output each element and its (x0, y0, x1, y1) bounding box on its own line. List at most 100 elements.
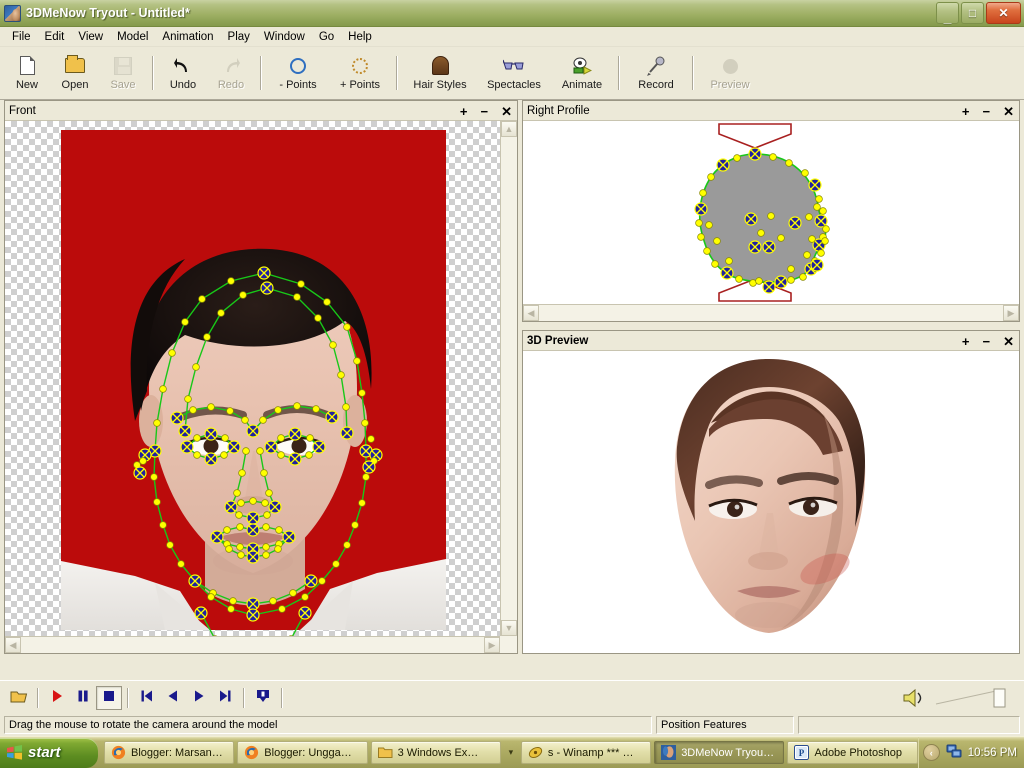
step-back-icon (165, 688, 181, 707)
right-profile-panel-body[interactable]: ◀ ▶ (523, 121, 1019, 321)
firefox-icon (244, 745, 259, 760)
taskbar-item-1[interactable]: Blogger: Ungga… (237, 741, 368, 764)
scroll-left-arrow-icon[interactable]: ◀ (5, 637, 21, 653)
skip-to-start-button[interactable] (134, 686, 160, 710)
menu-window[interactable]: Window (257, 29, 312, 45)
front-horizontal-scrollbar[interactable]: ◀ ▶ (5, 636, 517, 653)
start-button[interactable]: start (0, 737, 98, 768)
scroll-right-arrow-icon[interactable]: ▶ (484, 637, 500, 653)
floppy-disk-icon (112, 55, 134, 77)
taskbar-item-label: 3DMeNow Tryou… (681, 746, 775, 759)
front-panel-body[interactable]: ▲ ▼ ◀ ▶ (5, 121, 517, 653)
taskbar-item-label: Adobe Photoshop (814, 746, 902, 759)
preview-3d-minimize-icon[interactable]: − (983, 335, 991, 348)
profile-scroll-left-arrow-icon[interactable]: ◀ (523, 305, 539, 321)
front-panel-title: Front (9, 104, 36, 117)
spectacles-button[interactable]: Spectacles (477, 49, 551, 98)
step-back-button[interactable] (160, 686, 186, 710)
front-panel-close-icon[interactable]: ✕ (501, 105, 512, 118)
skip-to-end-button[interactable] (212, 686, 238, 710)
speaker-icon (903, 688, 922, 708)
tray-expand-chevron-icon[interactable]: ‹ (922, 744, 940, 761)
stop-button[interactable] (96, 685, 122, 710)
open-button[interactable]: Open (51, 49, 99, 98)
toolbar-button-label: Hair Styles (413, 79, 467, 91)
step-forward-button[interactable] (186, 686, 212, 710)
front-panel-maximize-icon[interactable]: + (460, 105, 468, 118)
right-profile-panel: Right Profile + − ✕ ◀ ▶ (522, 100, 1020, 322)
volume-control[interactable] (900, 687, 1010, 709)
network-icon[interactable] (946, 743, 962, 762)
preview-3d-close-icon[interactable]: ✕ (1003, 335, 1014, 348)
new-button[interactable]: New (3, 49, 51, 98)
pause-button[interactable] (70, 686, 96, 710)
window-title: 3DMeNow Tryout - Untitled* (26, 6, 190, 20)
toolbar-separator (260, 56, 262, 90)
right-profile-close-icon[interactable]: ✕ (1003, 105, 1014, 118)
taskbar-items: Blogger: Marsan… Blogger: Ungga… 3 Windows… (104, 741, 918, 764)
menu-view[interactable]: View (71, 29, 110, 45)
system-tray: ‹ 10:56 PM (917, 736, 1024, 768)
profile-face-editor[interactable] (523, 121, 1004, 304)
save-button: Save (99, 49, 147, 98)
taskbar-clock[interactable]: 10:56 PM (968, 747, 1017, 759)
statusbar: Drag the mouse to rotate the camera arou… (0, 714, 1024, 736)
taskbar-item-5[interactable]: P Adobe Photoshop (787, 741, 918, 764)
undo-button[interactable]: Undo (159, 49, 207, 98)
toolbar-button-label: Record (638, 79, 674, 91)
skip-end-icon (217, 688, 233, 707)
taskbar-item-label: Blogger: Marsan… (131, 746, 223, 759)
menu-model[interactable]: Model (110, 29, 155, 45)
preview-3d-viewport[interactable] (523, 351, 1019, 653)
profile-scroll-right-arrow-icon[interactable]: ▶ (1003, 305, 1019, 321)
scroll-up-arrow-icon[interactable]: ▲ (501, 121, 517, 137)
toolbar-separator (152, 56, 154, 90)
taskbar-group-chevron-down-icon[interactable]: ▾ (504, 742, 518, 764)
animate-button[interactable]: Animate (551, 49, 613, 98)
open-animation-button[interactable] (6, 686, 32, 710)
loop-button[interactable] (250, 686, 276, 710)
points-button[interactable]: - Points (267, 49, 329, 98)
maximize-button[interactable]: □ (961, 2, 984, 24)
scroll-down-arrow-icon[interactable]: ▼ (501, 620, 517, 636)
taskbar-item-4[interactable]: 3DMeNow Tryou… (654, 741, 785, 764)
close-button[interactable]: ✕ (986, 2, 1021, 24)
taskbar-item-0[interactable]: Blogger: Marsan… (104, 741, 235, 764)
preview-3d-panel-body[interactable] (523, 351, 1019, 653)
preview-3d-maximize-icon[interactable]: + (962, 335, 970, 348)
status-mode: Position Features (656, 716, 794, 734)
toolbar-separator (396, 56, 398, 90)
minimize-button[interactable]: _ (936, 2, 959, 24)
front-panel-minimize-icon[interactable]: − (481, 105, 489, 118)
taskbar-item-2[interactable]: 3 Windows Ex… (370, 741, 501, 764)
hair-styles-button[interactable]: Hair Styles (403, 49, 477, 98)
glasses-icon (502, 55, 525, 77)
play-button[interactable] (44, 686, 70, 710)
menu-animation[interactable]: Animation (155, 29, 220, 45)
main-toolbar: New Open Save Undo Redo - Points + Points Hair … (0, 47, 1024, 100)
animate-icon (571, 55, 593, 77)
record-button[interactable]: Record (625, 49, 687, 98)
hair-icon (429, 55, 451, 77)
menu-file[interactable]: File (5, 29, 38, 45)
menu-help[interactable]: Help (341, 29, 379, 45)
right-profile-maximize-icon[interactable]: + (962, 105, 970, 118)
profile-horizontal-scrollbar[interactable]: ◀ ▶ (523, 304, 1019, 321)
right-profile-minimize-icon[interactable]: − (983, 105, 991, 118)
transport-separator (281, 687, 283, 708)
scrollbar-corner (500, 636, 517, 653)
menu-play[interactable]: Play (221, 29, 257, 45)
taskbar-item-3[interactable]: s - Winamp *** … (520, 741, 652, 764)
toolbar-button-label: Open (61, 79, 89, 91)
photoshop-icon: P (794, 745, 810, 760)
front-panel: Front + − ✕ ▲ ▼ ◀ ▶ (4, 100, 518, 654)
front-face-editor[interactable] (5, 121, 501, 638)
preview-icon (719, 55, 741, 77)
points-button[interactable]: + Points (329, 49, 391, 98)
front-vertical-scrollbar[interactable]: ▲ ▼ (500, 121, 517, 653)
workspace: Front + − ✕ ▲ ▼ ◀ ▶ Right Profile + − ✕ … (0, 100, 1024, 680)
open-folder-icon (10, 688, 28, 707)
minus-points-icon (287, 55, 309, 77)
menu-edit[interactable]: Edit (38, 29, 72, 45)
menu-go[interactable]: Go (312, 29, 341, 45)
